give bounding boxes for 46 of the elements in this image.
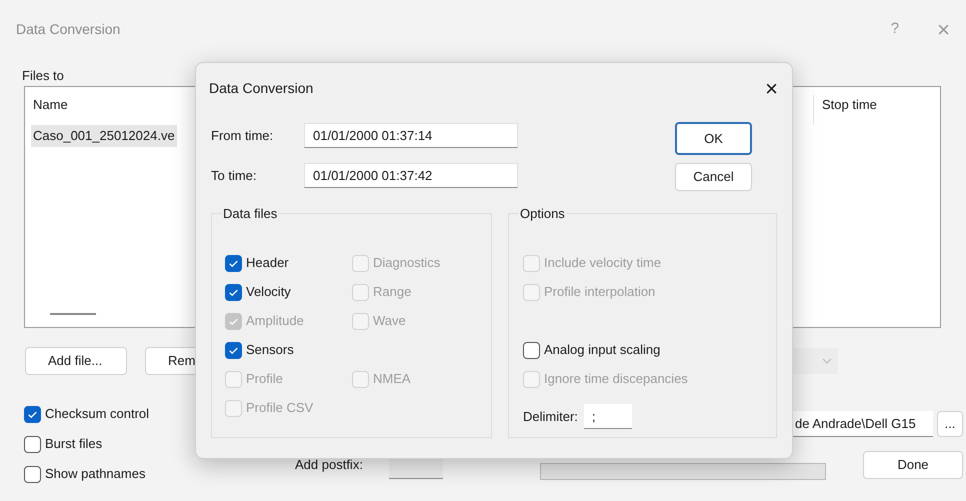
- checkbox-label: Range: [373, 283, 412, 302]
- checkbox-label: Show pathnames: [45, 465, 146, 484]
- postfix-label: Add postfix:: [295, 456, 364, 474]
- checkbox-label: Analog input scaling: [544, 341, 660, 360]
- checkbox[interactable]: [225, 342, 242, 358]
- checkbox-label: Ignore time discepancies: [544, 370, 688, 388]
- checkbox-label: Amplitude: [246, 312, 304, 330]
- checkbox-label: Wave: [373, 312, 406, 330]
- checkbox-label: Checksum control: [45, 405, 150, 424]
- checkbox[interactable]: [24, 436, 41, 452]
- checkbox-label: Header: [246, 254, 289, 272]
- checkbox-label: NMEA: [373, 370, 411, 388]
- field-label: To time:: [211, 166, 258, 185]
- done-button[interactable]: Done: [863, 450, 963, 478]
- time-field[interactable]: 01/01/2000 01:37:42: [304, 163, 518, 188]
- list-button[interactable]: Add file...: [25, 347, 127, 375]
- delimiter-field[interactable]: ;: [584, 404, 632, 429]
- checkbox[interactable]: [225, 284, 242, 300]
- checkbox-label: Profile: [246, 370, 283, 388]
- column-header[interactable]: Stop time: [813, 95, 877, 125]
- checkbox-label: Diagnostics: [373, 254, 440, 272]
- checkbox-label: Sensors: [246, 341, 294, 360]
- cancel-button[interactable]: Cancel: [675, 163, 752, 191]
- chevron-icon: [822, 358, 832, 364]
- checkbox-label: Profile interpolation: [544, 283, 656, 302]
- scrollbar-thumb[interactable]: [50, 313, 96, 315]
- checkbox-label: Include velocity time: [544, 254, 662, 272]
- delimiter-label: Delimiter:: [523, 408, 578, 426]
- checkbox-label: Profile CSV: [246, 399, 314, 418]
- time-field[interactable]: 01/01/2000 01:37:14: [304, 123, 518, 148]
- ok-button[interactable]: OK: [675, 122, 752, 155]
- dialog-title: Data Conversion: [209, 78, 314, 98]
- checkbox-label: Burst files: [45, 435, 102, 454]
- checkbox[interactable]: [24, 406, 41, 422]
- path-field[interactable]: de Andrade\Dell G15: [793, 411, 933, 437]
- checkbox[interactable]: [523, 342, 540, 358]
- checkbox[interactable]: [225, 254, 242, 272]
- checkbox-label: Velocity: [246, 283, 291, 302]
- browse-button[interactable]: ...: [937, 411, 963, 437]
- window-title: Data Conversion: [16, 20, 120, 38]
- dropdown[interactable]: [792, 348, 838, 374]
- checkbox[interactable]: [24, 466, 41, 482]
- close-button[interactable]: ×: [765, 72, 778, 104]
- file-row[interactable]: Caso_001_25012024.ve: [31, 125, 177, 147]
- section-label: Files to: [22, 67, 64, 85]
- field-label: From time:: [211, 126, 274, 145]
